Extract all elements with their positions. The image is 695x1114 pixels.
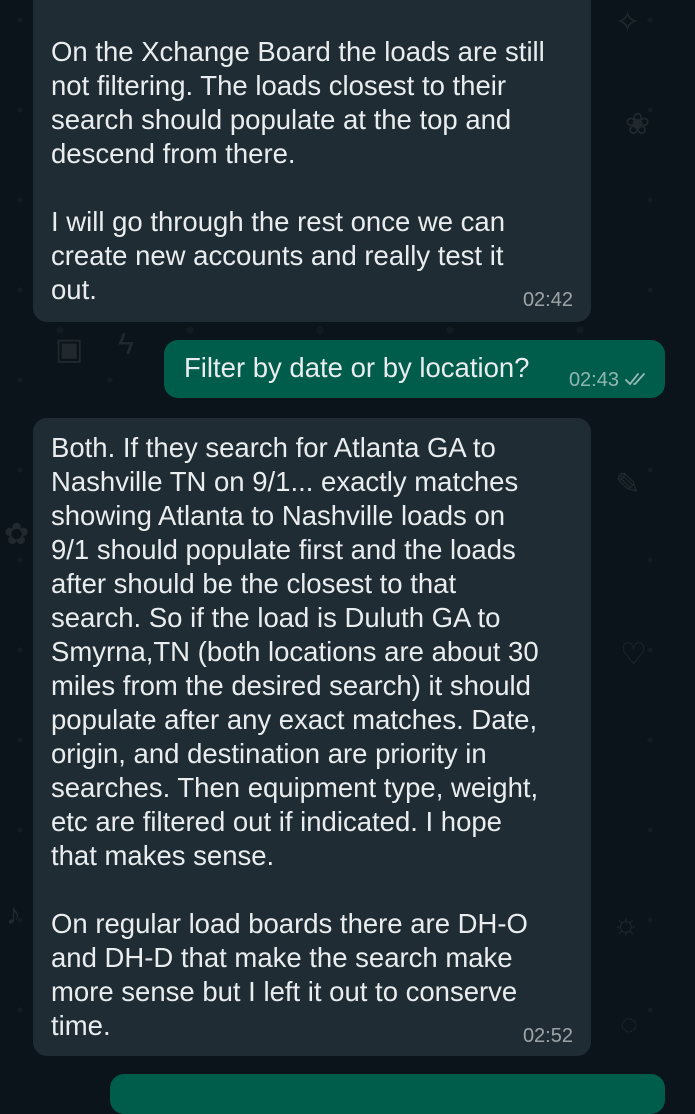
message-bubble-outgoing-partial[interactable] — [110, 1074, 665, 1114]
doodle-star-icon: ✧ — [615, 6, 641, 39]
message-text: Both. If they search for Atlanta GA to N… — [51, 432, 539, 1041]
doodle-swirl-icon: ❀ — [625, 108, 651, 141]
message-bubble-outgoing[interactable]: Filter by date or by location? 02:43 — [164, 340, 665, 398]
doodle-calendar-icon: ▣ — [55, 333, 84, 366]
message-text: On the Xchange Board the loads are still… — [51, 36, 545, 305]
doodle-flower-icon: ✿ — [4, 518, 30, 551]
message-timestamp: 02:52 — [522, 1025, 573, 1047]
double-check-icon — [625, 369, 649, 392]
doodle-circle-icon: ◌ — [620, 1008, 638, 1041]
doodle-lightning-icon: ϟ — [118, 328, 134, 361]
message-timestamp: 02:43 — [568, 368, 619, 391]
doodle-sun-icon: ☼ — [612, 908, 640, 941]
doodle-music-icon: ♪ — [6, 898, 21, 931]
doodle-pencil-icon: ✎ — [615, 468, 641, 501]
doodle-heart-icon: ♡ — [620, 638, 647, 671]
message-bubble-incoming[interactable]: Both. If they search for Atlanta GA to N… — [33, 418, 591, 1056]
message-timestamp: 02:42 — [522, 289, 573, 311]
message-bubble-incoming[interactable]: On the Xchange Board the loads are still… — [33, 0, 591, 322]
message-meta: 02:43 — [569, 369, 649, 392]
